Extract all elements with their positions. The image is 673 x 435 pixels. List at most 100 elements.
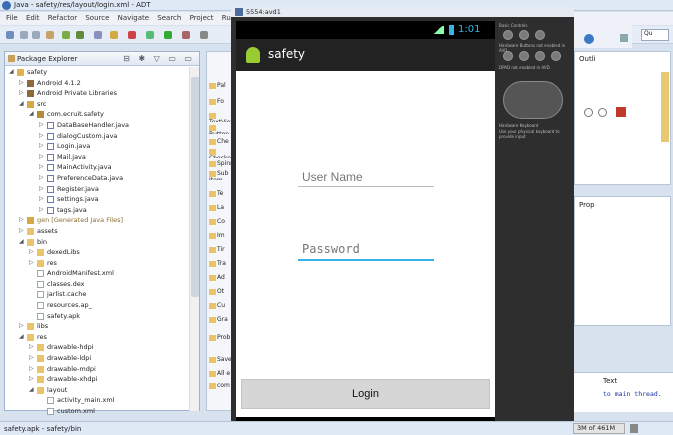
new-project-icon[interactable] <box>110 31 118 39</box>
gc-trash-icon[interactable] <box>630 424 638 433</box>
globe-icon[interactable] <box>584 34 594 44</box>
print-icon[interactable] <box>46 31 54 39</box>
search-icon[interactable] <box>200 31 208 39</box>
collapsed-arrow-icon[interactable]: ▷ <box>39 185 44 192</box>
menu-navigate[interactable]: Navigate <box>118 14 149 22</box>
outline-title[interactable]: Outli <box>579 55 596 63</box>
save-icon[interactable] <box>20 31 28 39</box>
tree-item[interactable]: ▷ settings.java <box>5 194 191 205</box>
tree-item[interactable]: classes.dex <box>5 279 191 290</box>
collapsed-arrow-icon[interactable]: ▷ <box>19 216 24 223</box>
collapsed-arrow-icon[interactable]: ▷ <box>39 142 44 149</box>
collapsed-arrow-icon[interactable]: ▷ <box>29 375 34 382</box>
search-button-icon[interactable] <box>551 51 561 61</box>
back-button-icon[interactable] <box>535 51 545 61</box>
collapsed-arrow-icon[interactable]: ▷ <box>39 195 44 202</box>
collapsed-arrow-icon[interactable]: ▷ <box>29 248 34 255</box>
tree-item[interactable]: ▷ Android Private Libraries <box>5 88 191 99</box>
tree-item[interactable]: ▷ drawable-ldpi <box>5 353 191 364</box>
volume-up-icon[interactable] <box>519 30 529 40</box>
expanded-arrow-icon[interactable]: ◢ <box>29 386 34 393</box>
new-class-icon[interactable] <box>128 31 136 39</box>
collapsed-arrow-icon[interactable]: ▷ <box>39 206 44 213</box>
tree-item[interactable]: ▷ gen [Generated Java Files] <box>5 215 191 226</box>
menu-search[interactable]: Search <box>157 14 181 22</box>
tree-item[interactable]: ▷ drawable-mdpi <box>5 364 191 375</box>
tree-item[interactable]: ▷ PreferenceData.java <box>5 173 191 184</box>
zoom-in-icon[interactable] <box>598 108 607 117</box>
error-marker-icon[interactable] <box>616 107 626 117</box>
tree-item[interactable]: ▷ Register.java <box>5 184 191 195</box>
save-all-icon[interactable] <box>32 31 40 39</box>
quick-access-input[interactable]: Qu <box>641 29 669 41</box>
collapsed-arrow-icon[interactable]: ▷ <box>29 365 34 372</box>
home-button-icon[interactable] <box>503 51 513 61</box>
scrollbar-thumb[interactable] <box>191 77 199 297</box>
tree-item[interactable]: safety.apk <box>5 311 191 322</box>
menu-project[interactable]: Project <box>190 14 214 22</box>
expanded-arrow-icon[interactable]: ◢ <box>9 68 14 75</box>
expanded-arrow-icon[interactable]: ◢ <box>19 238 24 245</box>
collapsed-arrow-icon[interactable]: ▷ <box>39 153 44 160</box>
tree-item[interactable]: custom.xml <box>5 406 191 417</box>
tree-item[interactable]: ◢ src <box>5 99 191 110</box>
expanded-arrow-icon[interactable]: ◢ <box>19 100 24 107</box>
zoom-out-icon[interactable] <box>584 108 593 117</box>
tree-item[interactable]: ▷ DataBaseHandler.java <box>5 120 191 131</box>
power-icon[interactable] <box>535 30 545 40</box>
tree-item[interactable]: ▷ dialogCustom.java <box>5 131 191 142</box>
collapsed-arrow-icon[interactable]: ▷ <box>39 121 44 128</box>
collapsed-arrow-icon[interactable]: ▷ <box>19 227 24 234</box>
debug-icon[interactable] <box>146 31 154 39</box>
tree-item[interactable]: ▷ drawable-hdpi <box>5 342 191 353</box>
tree-item[interactable]: AndroidManifest.xml <box>5 268 191 279</box>
view-controls[interactable]: ⊟ ✱ ▽ ▭ ▭ <box>123 54 195 63</box>
collapsed-arrow-icon[interactable]: ▷ <box>29 354 34 361</box>
tree-item[interactable]: ▷ MainActivity.java <box>5 162 191 173</box>
dpad-control[interactable] <box>503 81 563 119</box>
username-field[interactable] <box>298 167 434 187</box>
lint-icon[interactable] <box>94 31 102 39</box>
collapsed-arrow-icon[interactable]: ▷ <box>19 79 24 86</box>
tree-item[interactable]: ▷ dexedLibs <box>5 247 191 258</box>
properties-title[interactable]: Prop <box>579 201 595 209</box>
password-field[interactable] <box>298 239 434 261</box>
minimize-icon[interactable] <box>620 34 628 42</box>
tree-item[interactable]: ▷ Mail.java <box>5 152 191 163</box>
tree-item[interactable]: ◢ safety <box>5 67 191 78</box>
tree-item[interactable]: ▷ res <box>5 258 191 269</box>
new-icon[interactable] <box>6 31 14 39</box>
collapsed-arrow-icon[interactable]: ▷ <box>39 132 44 139</box>
tree-item[interactable]: ▷ assets <box>5 226 191 237</box>
tree-item[interactable]: ▷ Login.java <box>5 141 191 152</box>
expanded-arrow-icon[interactable]: ◢ <box>19 333 24 340</box>
collapsed-arrow-icon[interactable]: ▷ <box>39 163 44 170</box>
tree-item[interactable]: ◢ bin <box>5 237 191 248</box>
tree-item[interactable]: ◢ layout <box>5 385 191 396</box>
expanded-arrow-icon[interactable]: ◢ <box>29 110 34 117</box>
menu-refactor[interactable]: Refactor <box>48 14 77 22</box>
tree-item[interactable]: resources.ap_ <box>5 300 191 311</box>
tree-item[interactable]: activity_main.xml <box>5 395 191 406</box>
external-tools-icon[interactable] <box>182 31 190 39</box>
menu-edit[interactable]: Edit <box>26 14 40 22</box>
menu-source[interactable]: Source <box>85 14 109 22</box>
avd-manager-icon[interactable] <box>76 31 84 39</box>
tree-item[interactable]: jarlist.cache <box>5 289 191 300</box>
tree-item[interactable]: ◢ com.ecruit.safety <box>5 109 191 120</box>
collapsed-arrow-icon[interactable]: ▷ <box>19 89 24 96</box>
heap-status[interactable]: 3M of 461M <box>573 423 625 434</box>
emulator-title-bar[interactable]: 5554:avd1 <box>231 7 574 17</box>
tree-item[interactable]: ▷ drawable-xhdpi <box>5 374 191 385</box>
package-explorer-tab[interactable]: Package Explorer ⊟ ✱ ▽ ▭ ▭ <box>5 52 199 66</box>
android-sdk-icon[interactable] <box>62 31 70 39</box>
tree-item[interactable]: ▷ libs <box>5 321 191 332</box>
tree-item[interactable]: ▷ Android 4.1.2 <box>5 78 191 89</box>
collapsed-arrow-icon[interactable]: ▷ <box>39 174 44 181</box>
login-button[interactable]: Login <box>241 379 490 409</box>
tree-scrollbar[interactable] <box>189 67 199 411</box>
menu-button-icon[interactable] <box>519 51 529 61</box>
collapsed-arrow-icon[interactable]: ▷ <box>29 259 34 266</box>
volume-down-icon[interactable] <box>503 30 513 40</box>
tree-item[interactable]: ◢ res <box>5 332 191 343</box>
